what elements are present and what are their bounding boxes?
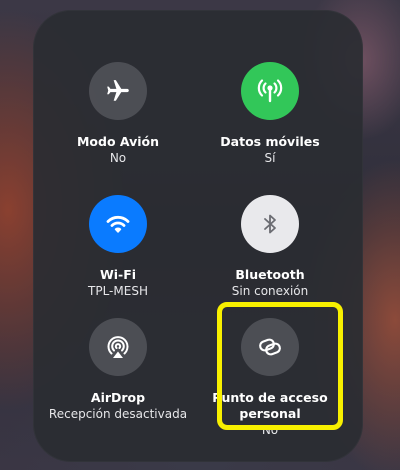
bluetooth-icon bbox=[264, 214, 276, 234]
airdrop-status: Recepción desactivada bbox=[48, 407, 188, 421]
cellular-data-label: Datos móviles bbox=[220, 134, 320, 149]
airdrop-icon bbox=[107, 336, 129, 358]
cellular-data-toggle[interactable] bbox=[241, 62, 299, 120]
bluetooth-label: Bluetooth bbox=[235, 267, 305, 282]
wifi-network-name: TPL-MESH bbox=[88, 284, 148, 298]
airplane-mode-toggle[interactable] bbox=[89, 62, 147, 120]
wifi-label: Wi-Fi bbox=[99, 267, 137, 282]
highlight-box bbox=[217, 302, 343, 430]
airplane-icon bbox=[107, 80, 129, 101]
airplane-mode-status: No bbox=[109, 151, 127, 165]
antenna-icon bbox=[257, 79, 283, 103]
wifi-toggle[interactable] bbox=[89, 195, 147, 253]
wifi-icon bbox=[106, 215, 130, 233]
airplane-mode-label: Modo Avión bbox=[76, 134, 160, 149]
airdrop-label: AirDrop bbox=[90, 390, 146, 405]
cellular-data-status: Sí bbox=[264, 151, 276, 165]
bluetooth-toggle[interactable] bbox=[241, 195, 299, 253]
bluetooth-status: Sin conexión bbox=[231, 284, 309, 298]
airdrop-toggle[interactable] bbox=[89, 318, 147, 376]
